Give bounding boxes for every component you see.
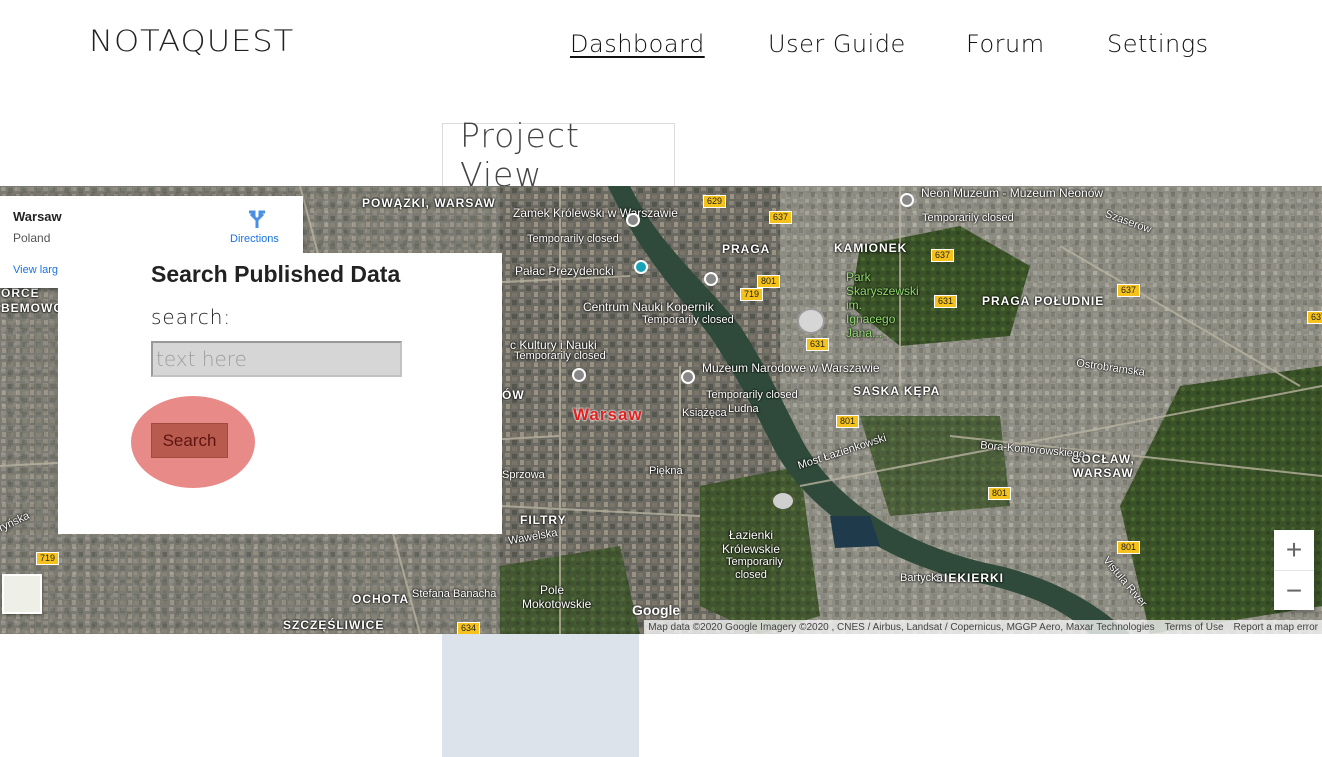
map-label-praga: PRAGA [722, 242, 771, 256]
zoom-out-button[interactable]: − [1274, 570, 1314, 610]
road-badge: 801 [988, 487, 1012, 500]
road-badge: 801 [1117, 541, 1141, 554]
road-badge: 637 [1307, 311, 1322, 324]
road-badge: 634 [457, 622, 481, 634]
map-label-kamionek: KAMIONEK [834, 241, 908, 255]
poi-museum-icon[interactable] [900, 193, 914, 207]
road-badge: 801 [757, 275, 781, 288]
map-label-lazienki-status: Temporarily closed [726, 556, 783, 581]
poi-landmark-icon[interactable] [626, 213, 640, 227]
map-attribution: Map data ©2020 Google Imagery ©2020 , CN… [644, 620, 1322, 634]
place-title: Warsaw [13, 209, 62, 224]
report-map-error-link[interactable]: Report a map error [1234, 622, 1318, 633]
poi-camera-icon[interactable] [634, 260, 648, 274]
road-badge: 637 [931, 249, 955, 262]
map-label-muzeum-status: Temporarily closed [706, 389, 798, 401]
nav-settings[interactable]: Settings [1107, 30, 1209, 58]
map-label-neon-status: Temporarily closed [922, 212, 1014, 224]
map-label-muzeum: Muzeum Narodowe w Warszawie [702, 361, 880, 375]
site-header: NOTAQUEST Dashboard User Guide Forum Set… [0, 0, 1322, 123]
map-label-powazki: POWĄZKI, WARSAW [362, 196, 496, 210]
map-type-thumbnail[interactable] [2, 574, 42, 614]
map-label-orce: ORCE [1, 286, 40, 300]
map-label-szczesliwice: SZCZĘŚLIWICE [283, 618, 385, 632]
map-label-ludna: Ludna [728, 403, 759, 415]
map-label-neon: Neon Muzeum - Muzeum Neonów [921, 186, 1104, 200]
map-label-ksiazeca: Książęca [682, 407, 727, 419]
search-label: search: [151, 305, 232, 329]
map-label-filtry: FILTRY [520, 513, 567, 527]
map-label-bartycka: Bartycka [900, 572, 943, 584]
map-label-siekierki: SIEKIERKI [935, 571, 1005, 585]
map-label-centrum: Centrum Nauki Kopernik [583, 300, 714, 314]
search-heading: Search Published Data [151, 261, 401, 287]
map-label-banacha: Stefana Banacha [412, 588, 497, 600]
directions-link[interactable]: Directions [230, 233, 279, 245]
map-label-bemowo: BEMOWO [1, 301, 64, 315]
road-badge: 719 [740, 288, 764, 301]
map-label-piekna: Piękna [649, 465, 683, 477]
map-label-pole: Pole Mokotowskie [522, 583, 592, 611]
poi-museum-icon[interactable] [704, 272, 718, 286]
road-badge: 631 [934, 295, 958, 308]
google-logo: Google [632, 602, 681, 618]
road-badge: 719 [36, 552, 60, 565]
map-label-ow: ÓW [502, 388, 525, 402]
place-subtitle: Poland [13, 231, 51, 245]
road-badge: 637 [1117, 284, 1141, 297]
map-label-zamek-status: Temporarily closed [527, 233, 619, 245]
search-input[interactable] [151, 341, 402, 377]
search-button[interactable]: Search [151, 423, 228, 458]
map-label-lazienki: Łazienki Królewskie [721, 528, 781, 556]
map-label-ochota: OCHOTA [352, 592, 410, 606]
map-label-zamek: Zamek Królewski w Warszawie [513, 206, 678, 220]
road-badge: 629 [703, 195, 727, 208]
map-label-warsaw: Warsaw [573, 405, 643, 424]
search-panel: Search Published Data search: Search [58, 253, 502, 534]
view-tabs: Project View Map View [442, 116, 675, 757]
terms-of-use-link[interactable]: Terms of Use [1165, 622, 1224, 633]
nav-dashboard[interactable]: Dashboard [570, 30, 705, 58]
road-badge: 801 [836, 415, 860, 428]
poi-landmark-icon[interactable] [572, 368, 586, 382]
map-label-palac: Pałac Prezydencki [515, 264, 614, 278]
map-label-saska-kepa: SASKA KĘPA [853, 384, 941, 398]
map-label-park: Park Skaryszewski im. Ignacego Jana... [846, 270, 919, 340]
main-nav: Dashboard User Guide Forum Settings [0, 30, 1322, 70]
map-label-kultury-status: Temporarily closed [514, 350, 606, 362]
map-label-ptowa: Sprzowa [502, 469, 545, 481]
directions-icon[interactable] [246, 208, 268, 230]
road-badge: 637 [769, 211, 793, 224]
map-label-praga-poludnie: PRAGA POŁUDNIE [982, 294, 1105, 308]
zoom-controls: + − [1274, 530, 1314, 610]
map-data-credit: Map data ©2020 Google Imagery ©2020 , CN… [648, 621, 1155, 633]
zoom-in-button[interactable]: + [1274, 530, 1314, 570]
road-badge: 631 [806, 338, 830, 351]
nav-forum[interactable]: Forum [966, 30, 1045, 58]
map-label-centrum-status: Temporarily closed [642, 314, 734, 326]
poi-museum-icon[interactable] [681, 370, 695, 384]
tab-project-view[interactable]: Project View [442, 116, 675, 194]
nav-user-guide[interactable]: User Guide [768, 30, 906, 58]
map-canvas[interactable]: POWĄZKI, WARSAW Zamek Królewski w Warsza… [0, 186, 1322, 634]
